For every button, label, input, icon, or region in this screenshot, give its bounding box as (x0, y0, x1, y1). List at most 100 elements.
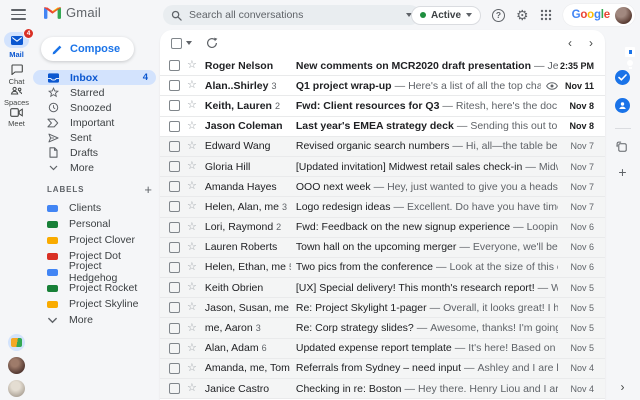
row-checkbox[interactable] (169, 201, 180, 213)
next-page-button[interactable]: › (589, 37, 593, 49)
expand-panel-chevron-icon[interactable]: › (621, 380, 625, 394)
email-row[interactable]: ☆ Lauren Roberts Town hall on the upcomi… (160, 237, 605, 258)
rail-item-mail[interactable]: 4 Mail (0, 28, 34, 59)
sidebar-item-important[interactable]: Important (33, 115, 160, 130)
addon-button[interactable] (616, 141, 629, 154)
compose-button[interactable]: Compose (41, 37, 135, 61)
status-chip[interactable]: Active (410, 5, 481, 25)
row-checkbox[interactable] (169, 261, 180, 273)
sidebar-label-item[interactable]: Project Hedgehog (33, 260, 160, 284)
email-row[interactable]: ☆ Amanda, me, Tom3 Referrals from Sydney… (160, 358, 605, 379)
star-icon[interactable]: ☆ (187, 161, 197, 172)
search-input[interactable]: Search all conversations (189, 9, 406, 21)
row-checkbox[interactable] (169, 282, 180, 294)
email-row[interactable]: ☆ Alan..Shirley 3 Q1 project wrap-up — Here… (160, 76, 605, 97)
email-row[interactable]: ☆ Janice Castro Checking in re: Boston — H… (160, 379, 605, 400)
rail-item-spaces[interactable]: Spaces (0, 86, 33, 107)
sidebar-label-item[interactable]: Personal (33, 216, 160, 232)
email-row[interactable]: ☆ Keith, Lauren 2 Fwd: Client resources f… (160, 96, 605, 117)
row-checkbox[interactable] (169, 181, 180, 193)
chat-avatar-2[interactable] (8, 357, 25, 374)
tasks-button[interactable] (615, 70, 630, 85)
top-header: Gmail Search all conversations Active ? … (0, 0, 640, 30)
chat-avatar-3[interactable] (8, 380, 25, 397)
sidebar-item-more[interactable]: More (33, 160, 160, 175)
refresh-button[interactable] (206, 37, 218, 49)
row-checkbox[interactable] (169, 322, 180, 334)
hamburger-menu-icon[interactable] (11, 8, 26, 21)
help-button[interactable]: ? (492, 8, 505, 22)
email-row[interactable]: ☆ Gloria Hill [Updated invitation] Midwe… (160, 156, 605, 178)
email-row[interactable]: ☆ Jason, Susan, me4 Re: Project Skylight… (160, 298, 605, 319)
email-row[interactable]: ☆ Edward Wang Revised organic search num… (160, 136, 605, 157)
star-icon[interactable]: ☆ (187, 282, 197, 293)
contacts-button[interactable] (615, 98, 630, 113)
email-snippet: Sending this out to anyone who missed it… (470, 120, 558, 133)
labels-header: LABELS + (47, 182, 152, 197)
chat-avatar-1[interactable] (8, 334, 25, 351)
email-row[interactable]: ☆ Roger Nelson New comments on MCR2020 d… (160, 56, 605, 77)
row-checkbox[interactable] (169, 60, 180, 72)
star-icon[interactable]: ☆ (187, 383, 197, 394)
prev-page-button[interactable]: ‹ (568, 37, 572, 49)
rail-item-meet[interactable]: Meet (0, 108, 33, 128)
star-icon[interactable]: ☆ (187, 221, 197, 233)
select-all-checkbox[interactable] (171, 37, 182, 49)
sidebar-label-item[interactable]: Project Skyline (33, 296, 160, 312)
row-checkbox[interactable] (169, 100, 180, 112)
get-addons-button[interactable]: + (618, 165, 626, 179)
star-icon[interactable]: ☆ (187, 201, 197, 212)
sidebar-item-drafts[interactable]: Drafts (33, 145, 160, 160)
user-avatar[interactable] (615, 6, 632, 24)
row-checkbox[interactable] (169, 221, 180, 233)
email-row[interactable]: ☆ Helen, Alan, me 3 Logo redesign ideas — E… (160, 197, 605, 218)
add-label-button[interactable]: + (144, 183, 152, 196)
star-icon[interactable]: ☆ (187, 261, 197, 273)
sidebar-item-starred[interactable]: Starred (33, 85, 160, 100)
email-row[interactable]: ☆ Helen, Ethan, me5 Two pics from the co… (160, 257, 605, 279)
star-icon[interactable]: ☆ (187, 140, 197, 152)
sidebar-item-sent[interactable]: Sent (33, 130, 160, 145)
star-icon[interactable]: ☆ (187, 100, 197, 111)
star-icon[interactable]: ☆ (187, 322, 197, 334)
rail-item-chat[interactable]: Chat (0, 64, 33, 86)
row-checkbox[interactable] (169, 161, 180, 173)
row-checkbox[interactable] (169, 241, 180, 253)
email-row[interactable]: ☆ Jason Coleman Last year's EMEA strateg… (160, 116, 605, 137)
row-checkbox[interactable] (169, 302, 180, 314)
email-row[interactable]: ☆ Keith Obrien [UX] Special delivery! Th… (160, 278, 605, 299)
select-caret-icon[interactable] (186, 41, 192, 45)
row-checkbox[interactable] (169, 120, 180, 132)
row-checkbox[interactable] (169, 383, 180, 395)
sidebar-label-item[interactable]: Clients (33, 200, 160, 216)
star-icon[interactable]: ☆ (187, 302, 197, 313)
star-icon[interactable]: ☆ (187, 241, 197, 253)
row-checkbox[interactable] (169, 140, 180, 152)
apps-grid-button[interactable] (540, 9, 552, 21)
sidebar-item-snoozed[interactable]: Snoozed (33, 100, 160, 115)
sidebar-label-item[interactable]: Project Clover (33, 232, 160, 248)
star-icon[interactable]: ☆ (187, 342, 197, 354)
star-icon[interactable]: ☆ (187, 362, 197, 374)
star-icon[interactable]: ☆ (187, 60, 197, 71)
email-row[interactable]: ☆ me, Aaron 3 Re: Corp strategy slides? — A… (160, 318, 605, 339)
row-checkbox[interactable] (169, 342, 180, 354)
settings-button[interactable]: ⚙ (516, 8, 529, 22)
star-icon[interactable]: ☆ (187, 181, 197, 192)
star-icon[interactable]: ☆ (187, 120, 197, 132)
email-row[interactable]: ☆ Lori, Raymond 2 Fwd: Feedback on the ne… (160, 217, 605, 238)
row-checkbox[interactable] (169, 80, 180, 92)
email-subject: Checking in re: Boston (295, 382, 402, 395)
star-icon[interactable]: ☆ (187, 80, 197, 91)
email-row[interactable]: ☆ Alan, Adam 6 Updated expense report tem… (160, 338, 605, 359)
sidebar-item-inbox[interactable]: Inbox 4 (33, 70, 156, 85)
email-sender: Janice Castro (204, 382, 270, 395)
row-checkbox[interactable] (169, 362, 180, 374)
help-icon: ? (492, 8, 505, 22)
search-bar[interactable]: Search all conversations (163, 5, 420, 25)
email-sender: Helen, Alan, me 3 (204, 200, 288, 213)
email-date: Nov 11 (564, 80, 594, 91)
sidebar-label-item[interactable]: More (33, 312, 160, 328)
account-chip[interactable]: Google (562, 4, 635, 26)
email-row[interactable]: ☆ Amanda Hayes OOO next week — Hey, just w… (160, 177, 605, 198)
